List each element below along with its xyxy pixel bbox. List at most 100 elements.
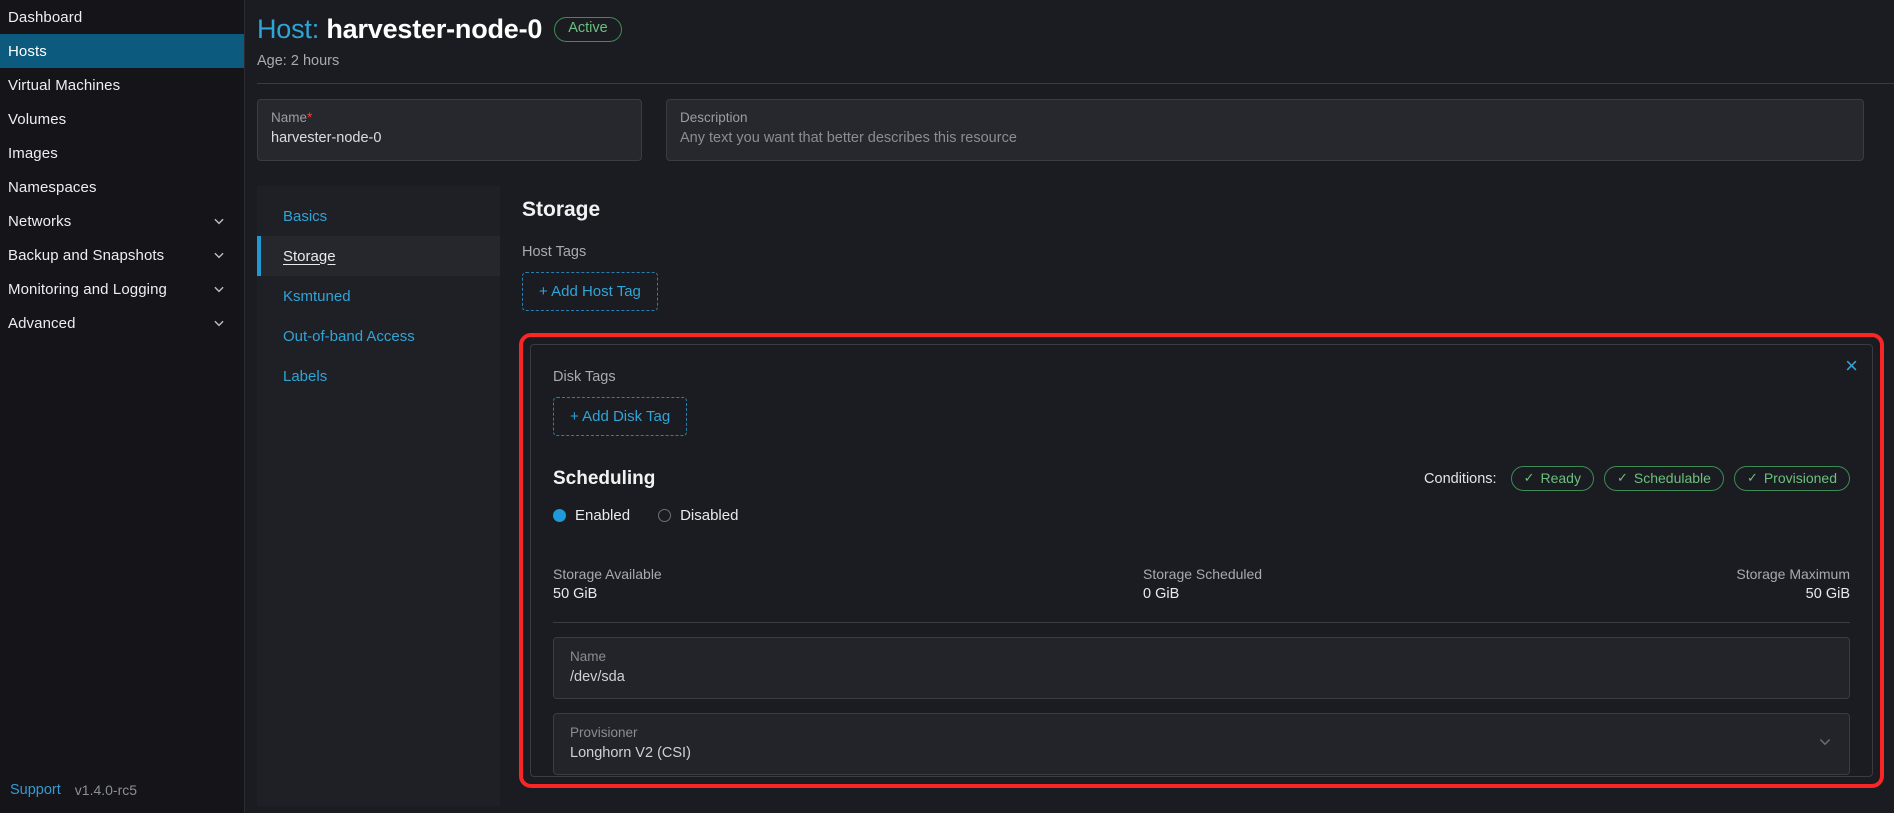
sidebar-item-label: Namespaces [8, 179, 97, 196]
sidebar-item-label: Networks [8, 213, 71, 230]
settings-tab-list: Basics Storage Ksmtuned Out-of-band Acce… [257, 186, 500, 806]
sidebar-item-monitoring-and-logging[interactable]: Monitoring and Logging [0, 272, 244, 306]
radio-dot-icon [553, 509, 566, 522]
tab-labels[interactable]: Labels [257, 356, 500, 396]
disk-name-field[interactable]: Name /dev/sda [553, 637, 1850, 699]
page-title-name: harvester-node-0 [326, 14, 542, 44]
chevron-down-icon [212, 316, 226, 330]
sidebar-item-label: Backup and Snapshots [8, 247, 164, 264]
description-field[interactable]: Description Any text you want that bette… [666, 99, 1864, 161]
page-title-prefix: Host: [257, 14, 319, 44]
radio-label: Enabled [575, 507, 630, 524]
provisioner-label: Provisioner [570, 725, 1833, 740]
description-field-label: Description [680, 110, 1850, 125]
stat-storage-maximum: Storage Maximum 50 GiB [1736, 566, 1850, 602]
top-fields-row: Name* harvester-node-0 Description Any t… [245, 84, 1894, 161]
conditions-label: Conditions: [1424, 471, 1497, 487]
name-field[interactable]: Name* harvester-node-0 [257, 99, 642, 161]
radio-dot-icon [658, 509, 671, 522]
age-label: Age: 2 hours [257, 53, 1894, 69]
sidebar-item-networks[interactable]: Networks [0, 204, 244, 238]
condition-label: Schedulable [1634, 470, 1711, 486]
body-row: Basics Storage Ksmtuned Out-of-band Acce… [245, 186, 1894, 806]
disk-name-label: Name [570, 649, 1833, 664]
conditions-group: Conditions: ✓ Ready ✓ Schedulable [1424, 466, 1850, 491]
sidebar-item-hosts[interactable]: Hosts [0, 34, 244, 68]
sidebar-item-backup-and-snapshots[interactable]: Backup and Snapshots [0, 238, 244, 272]
sidebar-nav-list: Dashboard Hosts Virtual Machines Volumes… [0, 0, 244, 340]
tab-ksmtuned[interactable]: Ksmtuned [257, 276, 500, 316]
stat-label: Storage Available [553, 566, 1143, 582]
stat-value: 50 GiB [553, 586, 1143, 602]
tab-label: Storage [283, 248, 336, 265]
tab-label: Ksmtuned [283, 288, 351, 305]
sidebar-item-label: Hosts [8, 43, 47, 60]
condition-badge-provisioned: ✓ Provisioned [1734, 466, 1850, 491]
support-link[interactable]: Support [10, 782, 61, 798]
stats-divider [553, 622, 1850, 623]
title-row: Host: harvester-node-0 Active [257, 14, 1894, 45]
radio-scheduling-disabled[interactable]: Disabled [658, 507, 738, 524]
disk-name-value: /dev/sda [570, 669, 1833, 685]
sidebar-item-label: Monitoring and Logging [8, 281, 167, 298]
close-icon[interactable]: × [1845, 355, 1858, 377]
name-field-label: Name* [271, 110, 628, 125]
provisioner-value: Longhorn V2 (CSI) [570, 745, 1833, 761]
tab-label: Out-of-band Access [283, 328, 415, 345]
radio-scheduling-enabled[interactable]: Enabled [553, 507, 630, 524]
sidebar: Dashboard Hosts Virtual Machines Volumes… [0, 0, 245, 813]
description-field-placeholder: Any text you want that better describes … [680, 130, 1850, 146]
stat-label: Storage Maximum [1736, 566, 1850, 582]
stat-value: 50 GiB [1736, 586, 1850, 602]
check-icon: ✓ [1524, 470, 1535, 486]
scheduling-radio-group: Enabled Disabled [553, 507, 1850, 524]
required-asterisk: * [307, 110, 312, 125]
tab-label: Labels [283, 368, 327, 385]
chevron-down-icon[interactable] [1817, 734, 1833, 755]
check-icon: ✓ [1747, 470, 1758, 486]
condition-badge-schedulable: ✓ Schedulable [1604, 466, 1724, 491]
condition-badge-ready: ✓ Ready [1511, 466, 1594, 491]
main-content: Host: harvester-node-0 Active Age: 2 hou… [245, 0, 1894, 813]
app-root: Dashboard Hosts Virtual Machines Volumes… [0, 0, 1894, 813]
name-field-value: harvester-node-0 [271, 130, 628, 146]
sidebar-item-advanced[interactable]: Advanced [0, 306, 244, 340]
add-disk-tag-button[interactable]: + Add Disk Tag [553, 397, 687, 436]
storage-panel: Storage Host Tags + Add Host Tag × Disk … [500, 186, 1894, 806]
stat-value: 0 GiB [1143, 586, 1736, 602]
condition-label: Provisioned [1764, 470, 1837, 486]
page-title: Host: harvester-node-0 [257, 14, 542, 45]
sidebar-item-label: Dashboard [8, 9, 82, 26]
radio-label: Disabled [680, 507, 738, 524]
sidebar-item-images[interactable]: Images [0, 136, 244, 170]
sidebar-item-label: Images [8, 145, 58, 162]
storage-section-title: Storage [522, 198, 1870, 222]
sidebar-item-label: Virtual Machines [8, 77, 120, 94]
disk-panel-highlight: × Disk Tags + Add Disk Tag Scheduling Co… [519, 333, 1884, 788]
tab-storage[interactable]: Storage [257, 236, 500, 276]
sidebar-item-virtual-machines[interactable]: Virtual Machines [0, 68, 244, 102]
chevron-down-icon [212, 282, 226, 296]
tab-label: Basics [283, 208, 327, 225]
host-tags-label: Host Tags [522, 244, 1870, 260]
storage-stats-row: Storage Available 50 GiB Storage Schedul… [553, 566, 1850, 602]
status-badge: Active [554, 17, 622, 41]
scheduling-title: Scheduling [553, 468, 655, 490]
stat-storage-scheduled: Storage Scheduled 0 GiB [1143, 566, 1736, 602]
disk-card: × Disk Tags + Add Disk Tag Scheduling Co… [530, 344, 1873, 777]
sidebar-item-namespaces[interactable]: Namespaces [0, 170, 244, 204]
tab-basics[interactable]: Basics [257, 196, 500, 236]
chevron-down-icon [212, 214, 226, 228]
sidebar-item-label: Advanced [8, 315, 76, 332]
condition-label: Ready [1541, 470, 1581, 486]
page-header: Host: harvester-node-0 Active Age: 2 hou… [245, 0, 1894, 69]
provisioner-select[interactable]: Provisioner Longhorn V2 (CSI) [553, 713, 1850, 775]
sidebar-item-label: Volumes [8, 111, 66, 128]
sidebar-item-volumes[interactable]: Volumes [0, 102, 244, 136]
sidebar-item-dashboard[interactable]: Dashboard [0, 0, 244, 34]
tab-out-of-band-access[interactable]: Out-of-band Access [257, 316, 500, 356]
chevron-down-icon [212, 248, 226, 262]
version-label: v1.4.0-rc5 [75, 782, 137, 798]
sidebar-footer: Support v1.4.0-rc5 [0, 767, 244, 813]
add-host-tag-button[interactable]: + Add Host Tag [522, 272, 658, 311]
